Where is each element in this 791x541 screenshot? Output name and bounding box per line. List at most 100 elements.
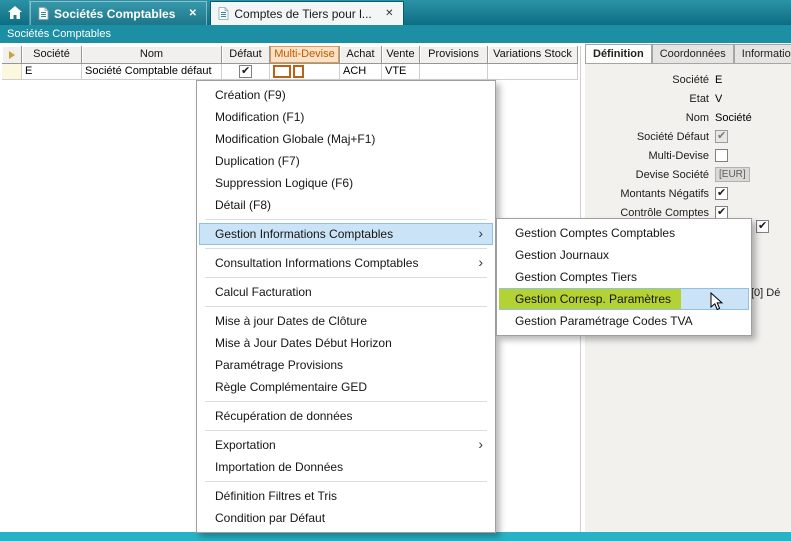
row-selector-cell[interactable] (2, 64, 22, 80)
menu-item-exportation[interactable]: Exportation (199, 434, 493, 456)
menu-item-label: Calcul Facturation (215, 285, 312, 299)
menu-item-label: Importation de Données (215, 460, 343, 474)
column-header-defaut[interactable]: Défaut (222, 46, 270, 64)
cell-vente[interactable]: VTE (382, 64, 420, 80)
column-header-vente[interactable]: Vente (382, 46, 420, 64)
menu-separator (205, 306, 487, 307)
table-row[interactable]: E Société Comptable défaut ACH VTE (2, 64, 578, 80)
cell-achat[interactable]: ACH (340, 64, 382, 80)
field-value: V (715, 93, 722, 105)
menu-item-mise-a-jour-dates-cloture[interactable]: Mise à jour Dates de Clôture (199, 310, 493, 332)
document-icon (38, 7, 49, 20)
cell-nom[interactable]: Société Comptable défaut (82, 64, 222, 80)
menu-item-label: Condition par Défaut (215, 511, 325, 525)
column-header-multi-devise[interactable]: Multi-Devise (270, 46, 340, 64)
submenu-item-gestion-parametrage-codes-tva[interactable]: Gestion Paramétrage Codes TVA (499, 310, 749, 332)
close-tab-icon[interactable] (383, 8, 396, 19)
panel-tab-bar: Définition Coordonnées Information (585, 44, 791, 63)
close-tab-icon[interactable] (186, 8, 199, 19)
field-devise-societe: Devise Société [EUR] (585, 165, 791, 184)
montants-negatifs-checkbox[interactable] (715, 187, 728, 200)
menu-item-creation[interactable]: Création (F9) (199, 84, 493, 106)
column-header-nom[interactable]: Nom (82, 46, 222, 64)
menu-item-modification-globale[interactable]: Modification Globale (Maj+F1) (199, 128, 493, 150)
cell-multi-devise-active[interactable] (270, 64, 340, 80)
menu-item-condition-par-defaut[interactable]: Condition par Défaut (199, 507, 493, 529)
cell-societe[interactable]: E (22, 64, 82, 80)
field-label: Nom (585, 112, 715, 124)
home-button[interactable] (0, 0, 30, 25)
column-header-variations-stock[interactable]: Variations Stock (488, 46, 578, 64)
tab-information[interactable]: Information (734, 44, 791, 63)
field-label: Etat (585, 93, 715, 105)
tab-label: Sociétés Comptables (54, 7, 175, 21)
tab-comptes-de-tiers[interactable]: Comptes de Tiers pour l... (210, 1, 403, 25)
menu-item-consultation-informations-comptables[interactable]: Consultation Informations Comptables (199, 252, 493, 274)
devise-chip[interactable]: [EUR] (715, 167, 750, 182)
page-title: Sociétés Comptables (0, 25, 791, 43)
menu-item-definition-filtres-et-tris[interactable]: Définition Filtres et Tris (199, 485, 493, 507)
submenu-item-label: Gestion Paramétrage Codes TVA (515, 314, 693, 328)
menu-item-label: Modification (F1) (215, 110, 304, 124)
tab-label: Comptes de Tiers pour l... (234, 7, 371, 21)
home-icon (8, 6, 22, 19)
menu-item-label: Mise à jour Dates de Clôture (215, 314, 367, 328)
row-selector-header[interactable] (2, 46, 22, 64)
submenu-arrow-icon (478, 223, 483, 245)
cell-variations-stock[interactable] (488, 64, 578, 80)
menu-item-gestion-informations-comptables[interactable]: Gestion Informations Comptables (199, 223, 493, 245)
column-header-achat[interactable]: Achat (340, 46, 382, 64)
bottom-bar (0, 532, 791, 541)
menu-item-label: Règle Complémentaire GED (215, 380, 367, 394)
menu-item-modification[interactable]: Modification (F1) (199, 106, 493, 128)
cell-defaut[interactable] (222, 64, 270, 80)
menu-item-regle-complementaire-ged[interactable]: Règle Complémentaire GED (199, 376, 493, 398)
menu-item-label: Modification Globale (Maj+F1) (215, 132, 375, 146)
cell-provisions[interactable] (420, 64, 488, 80)
document-icon (218, 7, 229, 20)
multi-devise-checkbox[interactable] (715, 149, 728, 162)
field-label: Société Défaut (585, 131, 715, 143)
submenu-arrow-icon (478, 434, 483, 456)
column-header-societe[interactable]: Société (22, 46, 82, 64)
societe-defaut-checkbox[interactable] (715, 130, 728, 143)
menu-separator (205, 430, 487, 431)
defaut-checkbox[interactable] (239, 65, 252, 78)
submenu-item-label: Gestion Comptes Tiers (515, 270, 637, 284)
field-multi-devise: Multi-Devise (585, 146, 791, 165)
mouse-cursor (710, 292, 724, 312)
field-value: Société (715, 112, 752, 124)
field-etat: Etat V (585, 89, 791, 108)
field-nom: Nom Société (585, 108, 791, 127)
field-label: Société (585, 74, 715, 86)
menu-item-label: Consultation Informations Comptables (215, 256, 418, 270)
submenu-item-gestion-comptes-tiers[interactable]: Gestion Comptes Tiers (499, 266, 749, 288)
column-header-provisions[interactable]: Provisions (420, 46, 488, 64)
menu-item-parametrage-provisions[interactable]: Paramétrage Provisions (199, 354, 493, 376)
tab-coordonnees[interactable]: Coordonnées (652, 44, 734, 63)
active-cell-checkbox[interactable] (273, 65, 291, 78)
menu-item-label: Exportation (215, 438, 276, 452)
submenu-item-label: Gestion Comptes Comptables (515, 226, 675, 240)
hidden-field-checkbox[interactable] (756, 220, 769, 233)
menu-item-duplication[interactable]: Duplication (F7) (199, 150, 493, 172)
menu-item-label: Mise à Jour Dates Début Horizon (215, 336, 392, 350)
menu-item-importation-de-donnees[interactable]: Importation de Données (199, 456, 493, 478)
default-button-partial[interactable]: [0] Dé (751, 287, 780, 299)
field-societe-defaut: Société Défaut (585, 127, 791, 146)
menu-item-label: Paramétrage Provisions (215, 358, 343, 372)
field-societe: Société E (585, 70, 791, 89)
tab-societes-comptables[interactable]: Sociétés Comptables (30, 1, 207, 25)
menu-item-mise-a-jour-dates-debut-horizon[interactable]: Mise à Jour Dates Début Horizon (199, 332, 493, 354)
menu-item-detail[interactable]: Détail (F8) (199, 194, 493, 216)
tab-definition[interactable]: Définition (585, 44, 652, 63)
submenu-item-gestion-comptes-comptables[interactable]: Gestion Comptes Comptables (499, 222, 749, 244)
field-label: Montants Négatifs (585, 188, 715, 200)
menu-item-label: Détail (F8) (215, 198, 271, 212)
submenu-item-gestion-journaux[interactable]: Gestion Journaux (499, 244, 749, 266)
menu-item-suppression-logique[interactable]: Suppression Logique (F6) (199, 172, 493, 194)
menu-item-calcul-facturation[interactable]: Calcul Facturation (199, 281, 493, 303)
societes-table: Société Nom Défaut Multi-Devise Achat Ve… (2, 46, 578, 80)
menu-item-recuperation-de-donnees[interactable]: Récupération de données (199, 405, 493, 427)
field-label: Devise Société (585, 169, 715, 181)
